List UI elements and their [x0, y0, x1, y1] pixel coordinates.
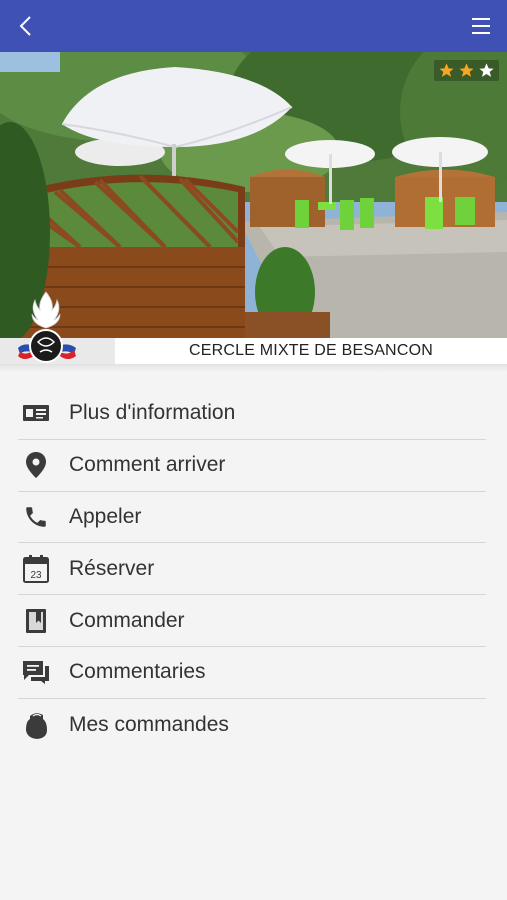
star-rating	[434, 60, 499, 81]
gendarmerie-emblem-icon	[18, 291, 76, 363]
menu-item-my-orders[interactable]: Mes commandes	[18, 699, 486, 751]
svg-text:23: 23	[30, 570, 42, 581]
calendar-icon: 23	[18, 554, 54, 584]
star-filled-icon	[439, 63, 454, 77]
hamburger-menu-icon	[472, 18, 490, 34]
menu-item-comments[interactable]: Commentaries	[18, 647, 486, 699]
venue-name: CERCLE MIXTE DE BESANCON	[189, 342, 433, 359]
menu-item-label: Appeler	[69, 504, 142, 528]
back-button[interactable]	[12, 12, 40, 40]
map-pin-icon	[18, 450, 54, 480]
menu-button[interactable]	[467, 12, 495, 40]
menu-item-directions[interactable]: Comment arriver	[18, 440, 486, 492]
menu-item-call[interactable]: Appeler	[18, 492, 486, 544]
menu-item-label: Mes commandes	[69, 712, 229, 736]
star-white-icon	[479, 63, 494, 77]
app-header	[0, 0, 507, 52]
menu-item-reserve[interactable]: 23 Réserver	[18, 543, 486, 596]
menu-item-order[interactable]: Commander	[18, 595, 486, 647]
shopping-bag-icon	[18, 710, 54, 740]
menu-item-label: Réserver	[69, 556, 155, 580]
divider-shadow	[0, 364, 507, 372]
star-filled-icon	[459, 63, 474, 77]
menu-book-icon	[18, 606, 54, 636]
menu-item-label: Commander	[69, 608, 185, 632]
venue-logo	[14, 290, 84, 370]
id-card-icon	[18, 398, 54, 428]
menu-item-info[interactable]: Plus d'information	[18, 388, 486, 440]
menu-item-label: Plus d'information	[69, 401, 236, 425]
comments-icon	[18, 657, 54, 687]
menu-item-label: Comment arriver	[69, 453, 226, 477]
phone-icon	[18, 502, 54, 532]
action-menu: Plus d'information Comment arriver Appel…	[18, 388, 486, 751]
chevron-left-icon	[19, 16, 31, 36]
menu-item-label: Commentaries	[69, 660, 206, 684]
